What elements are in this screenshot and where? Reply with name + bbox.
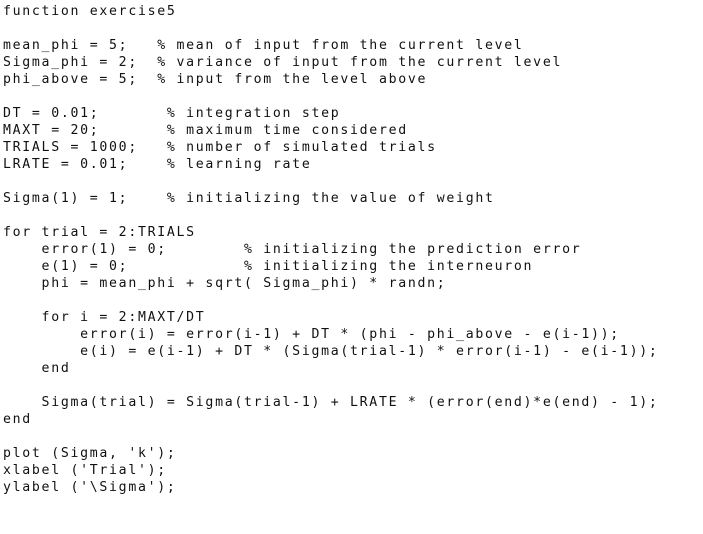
code-line: end [3,412,32,427]
code-line: e(1) = 0; % initializing the interneuron [3,259,534,274]
code-line: Sigma_phi = 2; % variance of input from … [3,55,563,70]
code-line: LRATE = 0.01; % learning rate [3,157,312,172]
code-line: TRIALS = 1000; % number of simulated tri… [3,140,437,155]
code-line: for i = 2:MAXT/DT [3,310,206,325]
code-listing: function exercise5 mean_phi = 5; % mean o… [0,0,703,534]
code-line: plot (Sigma, 'k'); [3,446,177,461]
code-line: MAXT = 20; % maximum time considered [3,123,408,138]
code-line: Sigma(1) = 1; % initializing the value o… [3,191,495,206]
code-line: mean_phi = 5; % mean of input from the c… [3,38,524,53]
code-line: error(1) = 0; % initializing the predict… [3,242,582,257]
code-line: function exercise5 [3,4,177,19]
code-line: ylabel ('\Sigma'); [3,480,177,495]
code-line: phi = mean_phi + sqrt( Sigma_phi) * rand… [3,276,447,291]
code-line: xlabel ('Trial'); [3,463,167,478]
code-line: e(i) = e(i-1) + DT * (Sigma(trial-1) * e… [3,344,659,359]
code-line: phi_above = 5; % input from the level ab… [3,72,428,87]
code-line: Sigma(trial) = Sigma(trial-1) + LRATE * … [3,395,659,410]
code-line: DT = 0.01; % integration step [3,106,341,121]
code-line: end [3,361,71,376]
code-line: error(i) = error(i-1) + DT * (phi - phi_… [3,327,620,342]
code-line: for trial = 2:TRIALS [3,225,196,240]
